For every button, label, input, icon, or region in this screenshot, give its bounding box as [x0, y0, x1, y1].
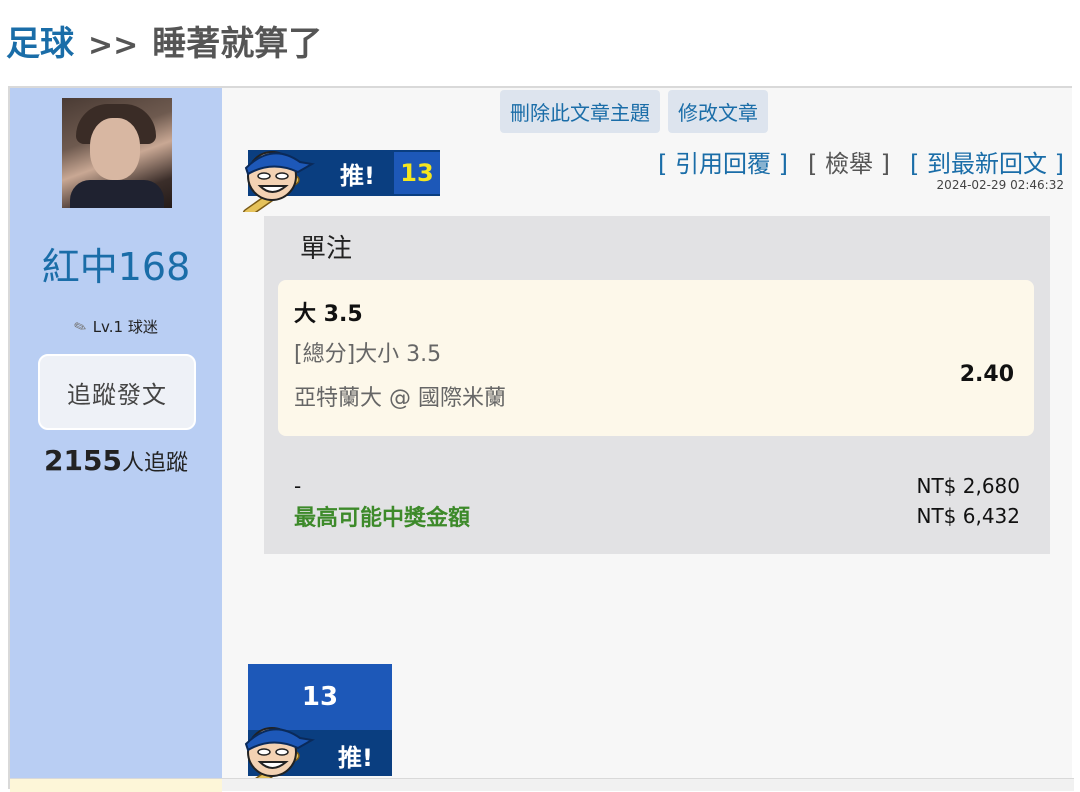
breadcrumb-category-link[interactable]: 足球	[6, 16, 74, 65]
stake-value: NT$ 2,680	[916, 474, 1020, 498]
bet-pick: 大 3.5	[294, 302, 363, 327]
followers-suffix: 人追蹤	[121, 451, 188, 476]
push-label-bottom: 推!	[338, 744, 373, 772]
author-level-text: Lv.1 球迷	[92, 318, 158, 336]
bet-match: 亞特蘭大 @ 國際米蘭	[294, 386, 506, 411]
stake-label: -	[294, 474, 302, 498]
followers-number: 2155	[44, 444, 122, 477]
bet-selection-card: 大 3.5 [總分]大小 3.5 亞特蘭大 @ 國際米蘭 2.40	[278, 280, 1034, 436]
bet-odds: 2.40	[959, 362, 1014, 387]
post-container: 紅中168 ✎ Lv.1 球迷 追蹤發文 2155人追蹤 刪除此文章主題 修改文章…	[8, 86, 1074, 792]
payout-value: NT$ 6,432	[916, 504, 1020, 528]
delete-topic-button[interactable]: 刪除此文章主題	[500, 90, 660, 133]
push-label: 推!	[340, 162, 375, 190]
payout-label: 最高可能中獎金額	[294, 506, 471, 531]
bet-slip: 單注 大 3.5 [總分]大小 3.5 亞特蘭大 @ 國際米蘭 2.40 - 最…	[264, 216, 1050, 554]
push-count: 13	[394, 152, 440, 194]
breadcrumb: 足球 >> 睡著就算了	[6, 16, 323, 65]
bet-type: 單注	[300, 234, 353, 264]
pencil-icon: ✎	[71, 316, 90, 338]
avatar-face	[90, 118, 140, 180]
avatar[interactable]	[62, 98, 172, 208]
post-timestamp: 2024-02-29 02:46:32	[936, 178, 1064, 192]
next-post-sidebar	[10, 779, 222, 792]
author-sidebar: 紅中168 ✎ Lv.1 球迷 追蹤發文 2155人追蹤	[10, 88, 222, 778]
page-title: 睡著就算了	[152, 24, 323, 64]
quote-reply-link[interactable]: [ 引用回覆 ]	[658, 144, 788, 179]
next-post-strip	[10, 778, 1074, 792]
latest-reply-link[interactable]: [ 到最新回文 ]	[910, 144, 1064, 179]
author-level: ✎ Lv.1 球迷	[10, 316, 222, 337]
post-actions: 刪除此文章主題 修改文章	[500, 90, 768, 133]
author-name[interactable]: 紅中168	[10, 236, 222, 291]
post-main: 刪除此文章主題 修改文章 推! 13 [ 引用回覆 ] [ 檢舉 ] [ 到最新…	[222, 88, 1072, 788]
post-links: [ 引用回覆 ] [ 檢舉 ] [ 到最新回文 ]	[658, 144, 1064, 179]
followers-count: 2155人追蹤	[10, 444, 222, 477]
follow-button[interactable]: 追蹤發文	[38, 354, 196, 430]
breadcrumb-separator: >>	[88, 28, 139, 63]
edit-post-button[interactable]: 修改文章	[668, 90, 768, 133]
avatar-body	[70, 180, 164, 208]
baseball-mascot-icon	[242, 151, 315, 212]
report-link[interactable]: [ 檢舉 ]	[808, 144, 890, 179]
bet-market: [總分]大小 3.5	[294, 342, 442, 367]
